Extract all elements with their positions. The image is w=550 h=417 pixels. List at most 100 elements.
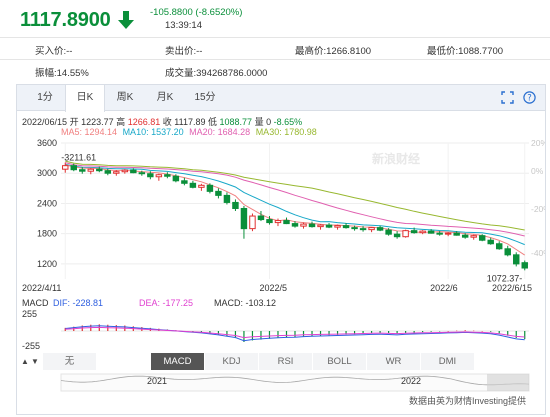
macd-histogram-bar [422,331,424,333]
macd-histogram-bar [405,331,407,333]
candle-body [189,182,197,188]
macd-axis-bottom: -255 [22,341,40,351]
candle-body [274,220,282,224]
macd-histogram-bar [277,331,279,339]
macd-histogram-bar [311,331,313,337]
candle-body [342,225,350,229]
candle-body [368,227,375,231]
candle-body [470,235,477,238]
macd-histogram-bar [413,331,415,333]
candle-body [478,235,486,241]
high-price: 最高价:1266.8100 [295,46,372,57]
chart-panel: 1分 日K 周K 月K 15分 ? 2022/06/15 开 1223.77 高… [16,84,546,415]
candle-body [70,165,77,171]
indicator-rsi[interactable]: RSI [259,353,313,370]
candle-body [172,175,180,182]
macd-legend: DIF: -228.81 [53,298,103,308]
candle-body [283,220,290,225]
date-axis-label: 2022/6/15 [492,283,532,293]
watermark-text: 新浪财经 [372,151,420,166]
candle-body [402,230,409,238]
candle-body [147,173,154,178]
candle-body [359,228,367,231]
macd-histogram-bar [302,331,305,337]
candle-body [206,184,214,192]
date-axis-label: 2022/4/11 [22,283,61,293]
candle-body [351,227,358,230]
candle-body [300,223,307,227]
indicator-none[interactable]: 无 [43,353,97,370]
macd-histogram-bar [447,331,449,332]
amplitude: 振幅:14.55% [35,68,89,79]
price-axis-label: 3600 [37,138,57,148]
macd-histogram-bar [319,331,322,336]
macd-histogram-bar [498,331,500,334]
sell-price: 卖出价:-- [165,46,203,57]
navigator-year: 2021 [147,376,167,386]
current-price: 1117.8900 [20,9,111,31]
macd-histogram-bar [464,330,466,331]
candle-body [96,168,103,172]
min-price-annotation: 1072.37- [487,273,523,283]
candle-body [334,225,341,228]
macd-histogram-bar [481,331,483,332]
candle-body [495,243,503,250]
data-source: 数据由英为财情Investing提供 [409,396,527,406]
candle-body [513,254,520,265]
candle-body [87,168,95,172]
info-row-1: 买入价:-- 卖出价:-- 最高价:1266.8100 最低价:1088.770… [0,37,550,59]
candle-body [181,180,188,184]
candle-body [266,219,273,224]
indicator-macd[interactable]: MACD [151,353,205,370]
pct-axis-label: -20% [531,204,545,214]
macd-histogram-bar [294,331,296,338]
macd-histogram-bar [260,331,262,340]
candle-body [393,233,401,238]
candle-body [215,190,222,196]
ma5-line [65,164,525,256]
quote-time: 13:39:14 [165,20,202,31]
candle-body [444,232,452,235]
macd-legend: DEA: -177.25 [139,298,193,308]
max-price-annotation: -3211.61 [61,153,96,163]
pct-axis-label: -40% [531,248,545,258]
pct-axis-label: 20% [531,138,545,148]
candle-body [155,174,163,178]
candle-body [487,239,494,245]
volume: 成交量:394268786.0000 [165,68,268,79]
macd-histogram-bar [456,330,458,332]
date-axis-label: 2022/5 [259,283,287,293]
price-axis-label: 1800 [37,229,57,239]
candle-body [104,170,112,174]
price-axis-label: 1200 [37,259,57,269]
indicator-boll[interactable]: BOLL [313,353,367,370]
candle-body [223,194,231,203]
indicator-kdj[interactable]: KDJ [205,353,259,370]
macd-histogram-bar [285,331,288,338]
candle-body [79,169,86,172]
candle-body [325,224,333,228]
macd-histogram-bar [217,331,220,335]
indicator-next-icon[interactable]: ▼ [31,357,39,366]
candle-body [62,165,69,170]
candle-body [138,172,146,175]
candle-body [308,223,316,228]
macd-histogram-bar [473,330,475,332]
candle-body [121,169,129,173]
candle-body [291,223,299,227]
candle-body [504,248,511,256]
indicator-wr[interactable]: WR [367,353,421,370]
price-change: -105.8800 (-8.6520%) [150,7,243,18]
low-price: 最低价:1088.7700 [427,46,504,57]
indicator-dmi[interactable]: DMI [421,353,475,370]
candle-body [521,262,528,269]
candle-body [385,229,392,235]
down-arrow-icon [118,11,134,29]
candle-body [376,227,384,231]
macd-histogram-bar [524,331,526,340]
buy-price: 买入价:-- [35,46,73,57]
indicator-prev-icon[interactable]: ▲ [21,357,29,366]
info-row-2: 振幅:14.55% 成交量:394268786.0000 [0,59,550,81]
date-axis-label: 2022/6 [430,283,458,293]
navigator-selection [487,374,529,391]
